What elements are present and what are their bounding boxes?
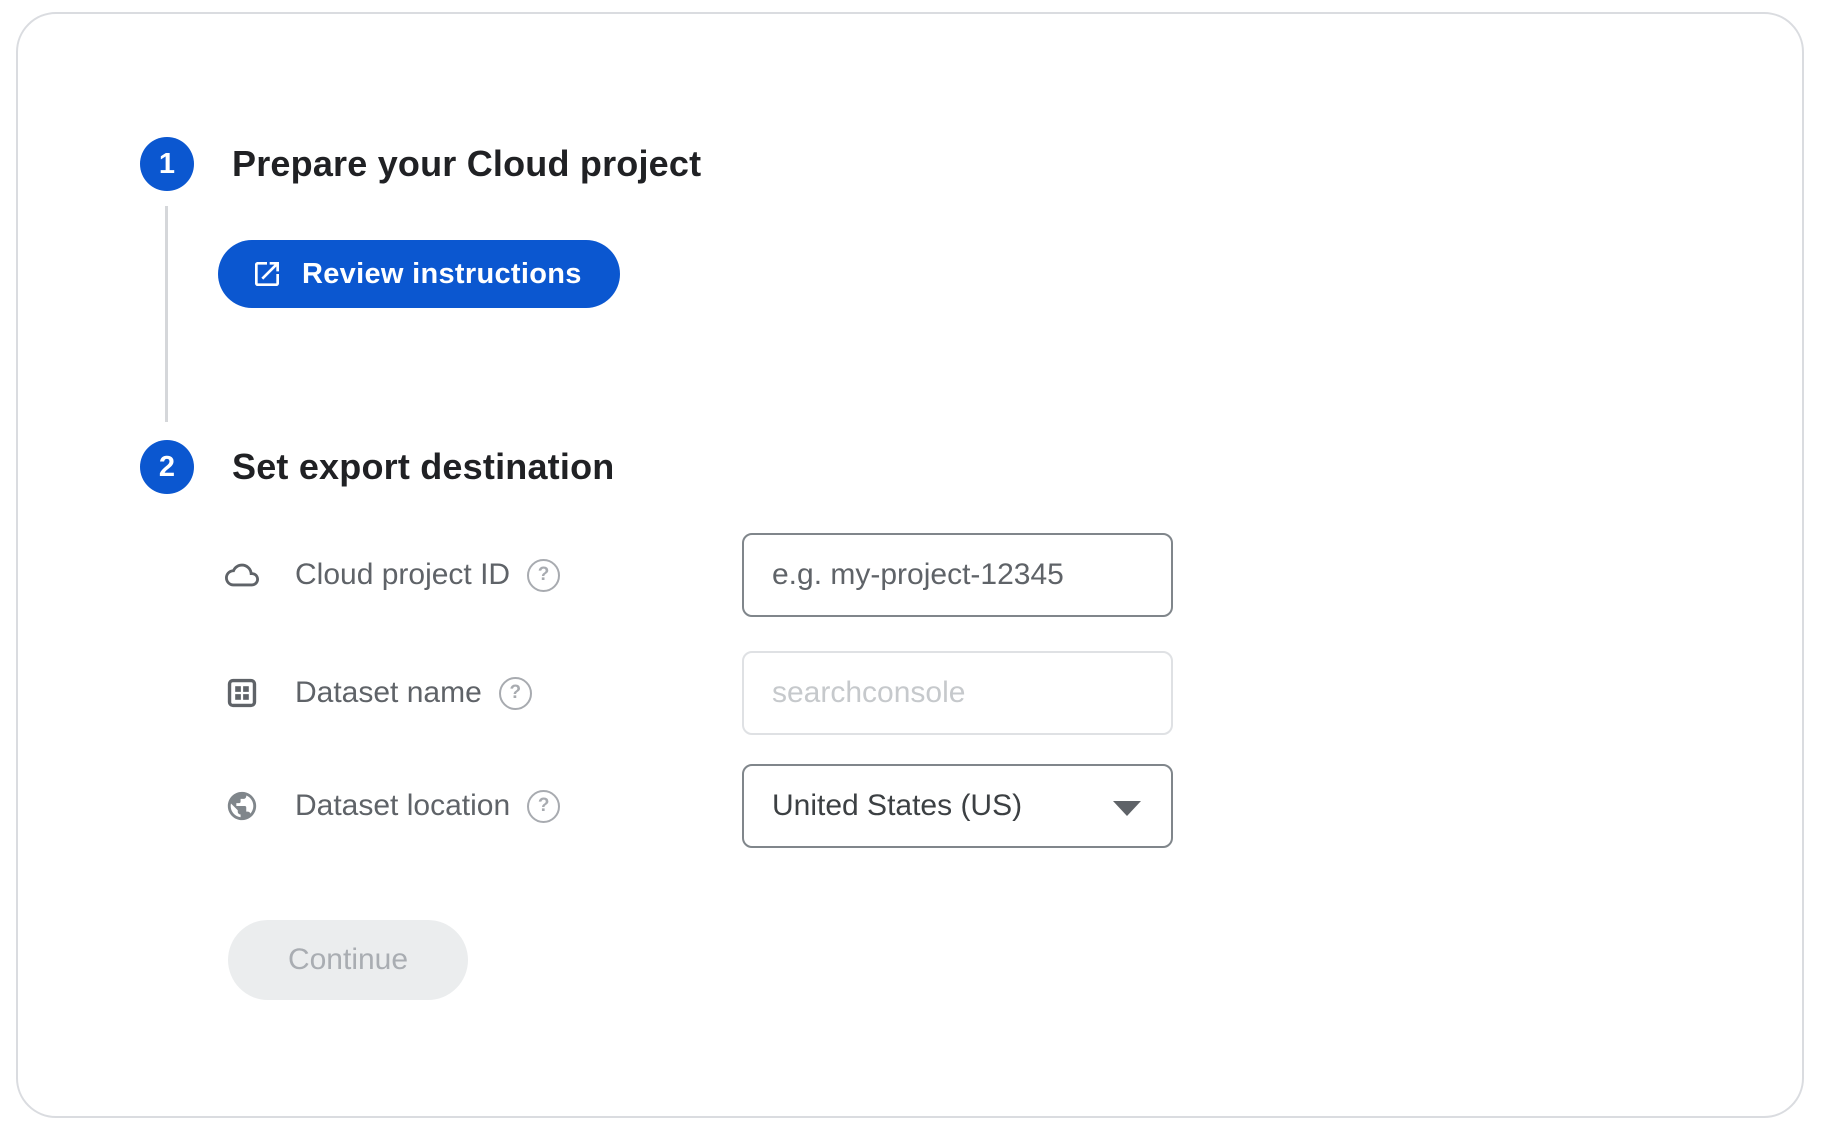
dataset-location-select[interactable]: United States (US) — [742, 764, 1173, 848]
dropdown-arrow-icon — [1113, 801, 1141, 816]
continue-button[interactable]: Continue — [228, 920, 468, 1000]
dataset-name-row: Dataset name ? — [225, 651, 1173, 735]
dataset-location-row: Dataset location ? United States (US) — [225, 764, 1173, 848]
globe-icon — [225, 789, 259, 823]
help-icon[interactable]: ? — [527, 559, 560, 592]
cloud-project-id-row: Cloud project ID ? — [225, 533, 1173, 617]
review-instructions-button[interactable]: Review instructions — [218, 240, 620, 308]
dataset-name-label: Dataset name — [295, 676, 482, 710]
cloud-project-id-label: Cloud project ID — [295, 558, 510, 592]
dataset-location-label: Dataset location — [295, 789, 510, 823]
review-instructions-label: Review instructions — [302, 258, 582, 291]
dataset-location-value: United States (US) — [772, 789, 1022, 823]
step-2-number: 2 — [159, 451, 175, 484]
step-1-indicator: 1 — [140, 137, 194, 191]
open-in-new-icon — [251, 258, 283, 290]
step-1-title: Prepare your Cloud project — [232, 137, 701, 191]
dataset-grid-icon — [225, 676, 259, 710]
dataset-name-input[interactable] — [742, 651, 1173, 735]
help-icon[interactable]: ? — [499, 677, 532, 710]
step-2-title: Set export destination — [232, 440, 614, 494]
step-1-number: 1 — [159, 148, 175, 181]
step-2-indicator: 2 — [140, 440, 194, 494]
cloud-project-id-input[interactable] — [742, 533, 1173, 617]
help-icon[interactable]: ? — [527, 790, 560, 823]
step-connector-line — [165, 206, 168, 422]
cloud-icon — [225, 558, 259, 592]
